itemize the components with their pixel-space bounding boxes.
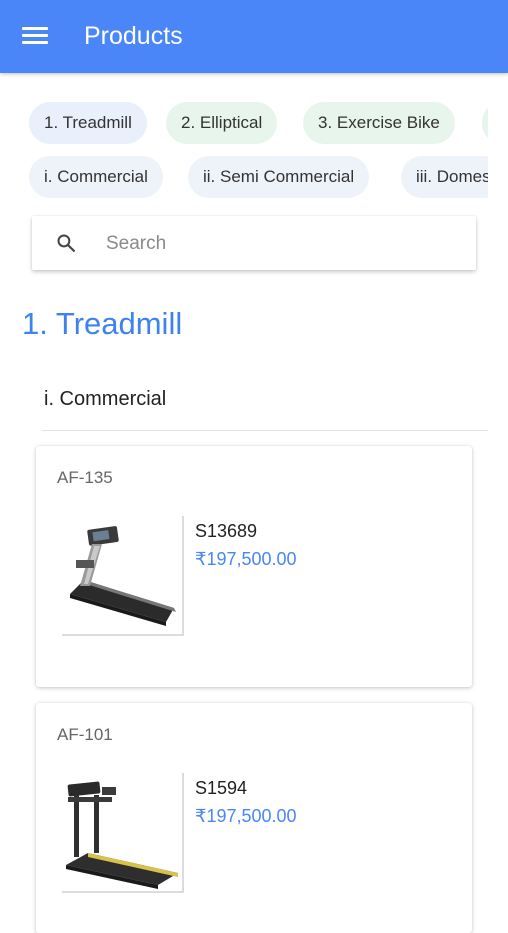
- treadmill-image: [66, 781, 178, 889]
- product-sku: S13689: [195, 521, 258, 541]
- section-title: 1. Treadmill: [22, 306, 183, 341]
- treadmill-image: [70, 526, 176, 626]
- product-sku: S1594: [195, 778, 248, 798]
- product-image: [62, 516, 184, 636]
- product-price: ₹197,500.00: [195, 549, 297, 569]
- search-input[interactable]: [104, 228, 458, 260]
- search-bar: [32, 216, 476, 270]
- chip-elliptical[interactable]: 2. Elliptical: [166, 102, 278, 144]
- chip-treadmill[interactable]: 1. Treadmill: [29, 102, 147, 144]
- chip-semi-commercial[interactable]: ii. Semi Commercial: [188, 156, 370, 198]
- chip-domestic[interactable]: iii. Domestic: [401, 156, 488, 198]
- subsection-title: i. Commercial: [44, 388, 167, 410]
- product-code: AF-135: [57, 468, 113, 487]
- menu-icon[interactable]: [22, 25, 50, 47]
- chip-exercise-bike[interactable]: 3. Exercise Bike: [303, 102, 455, 144]
- search-icon[interactable]: [56, 233, 76, 253]
- divider: [42, 430, 488, 431]
- product-image: [62, 773, 184, 893]
- chip-commercial[interactable]: i. Commercial: [29, 156, 163, 198]
- product-card[interactable]: AF-101 S1594 ₹197,500.00: [36, 703, 472, 933]
- product-price: ₹197,500.00: [195, 806, 297, 826]
- product-card[interactable]: AF-135 S13689 ₹197,500.00: [36, 446, 472, 687]
- page-title: Products: [84, 22, 183, 50]
- subcategory-chip-row: i. Commercial ii. Semi Commercial iii. D…: [0, 156, 488, 198]
- chip-more[interactable]: [482, 102, 488, 144]
- product-code: AF-101: [57, 725, 113, 744]
- app-bar: Products: [0, 0, 508, 73]
- category-chip-row: 1. Treadmill 2. Elliptical 3. Exercise B…: [0, 102, 488, 144]
